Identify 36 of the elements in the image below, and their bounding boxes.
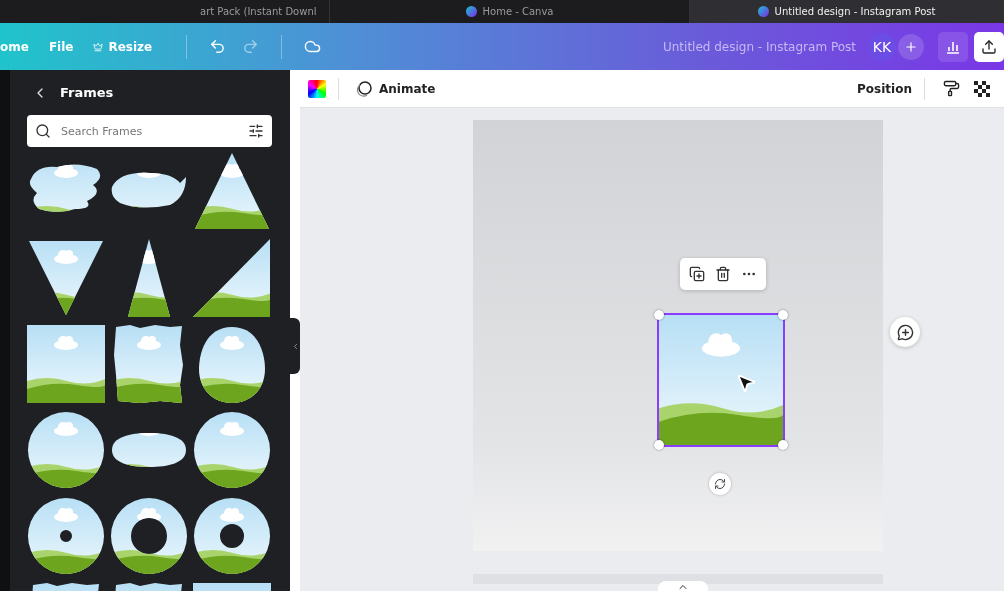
search-field[interactable]: Search Frames <box>59 123 240 139</box>
add-comment-button[interactable] <box>890 317 920 347</box>
selected-frame[interactable] <box>659 315 783 445</box>
transparency-icon[interactable] <box>974 80 990 97</box>
panel-title: Frames <box>60 85 114 100</box>
browser-tab[interactable]: Untitled design - Instagram Post <box>690 0 1004 23</box>
search-icon <box>35 123 51 139</box>
redo-icon <box>242 38 260 55</box>
trash-icon <box>715 266 731 282</box>
cloud-icon <box>304 38 322 55</box>
animate-button[interactable]: Animate <box>349 78 442 99</box>
add-button[interactable] <box>898 33 924 60</box>
search-bar[interactable]: Search Frames <box>27 115 272 147</box>
resize-handle[interactable] <box>778 440 788 450</box>
resize-handle[interactable] <box>654 310 664 320</box>
resize-handle[interactable] <box>654 440 664 450</box>
position-button[interactable]: Position <box>845 81 924 96</box>
comment-add-icon <box>896 323 914 341</box>
mouse-cursor-icon <box>735 372 757 394</box>
share-button[interactable] <box>974 31 1004 62</box>
rotate-icon <box>714 478 726 490</box>
app-logo-icon <box>757 6 769 17</box>
filter-icon[interactable] <box>248 123 264 139</box>
animate-icon <box>355 79 373 98</box>
resize-handle[interactable] <box>778 310 788 320</box>
undo-icon <box>209 38 227 55</box>
duplicate-icon <box>689 266 705 282</box>
color-picker-button[interactable] <box>308 79 326 98</box>
user-avatar[interactable]: KK <box>868 32 896 61</box>
crown-icon <box>93 41 104 52</box>
app-logo-icon <box>465 6 477 17</box>
collapse-panel-button[interactable] <box>290 318 300 374</box>
paint-roller-icon <box>943 80 960 97</box>
chart-button[interactable] <box>938 31 968 62</box>
frame-thumbnail[interactable] <box>27 325 105 403</box>
share-icon <box>981 38 997 55</box>
